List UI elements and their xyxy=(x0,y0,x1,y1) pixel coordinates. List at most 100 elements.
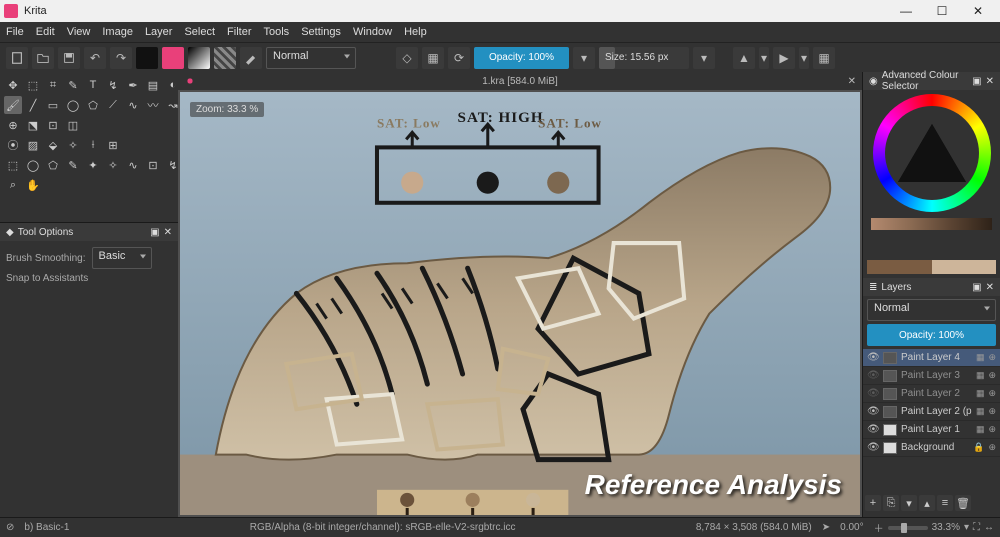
layer-row[interactable]: 👁 Background 🔒⊕ xyxy=(863,439,1000,457)
zoom-plus-icon[interactable]: ＋ xyxy=(874,520,884,535)
menu-edit[interactable]: Edit xyxy=(36,26,55,38)
crop-tool[interactable]: ⌗ xyxy=(44,76,62,94)
layer-up-button[interactable]: ▴ xyxy=(919,495,935,511)
menu-image[interactable]: Image xyxy=(102,26,133,38)
close-tab-icon[interactable]: ✕ xyxy=(848,76,856,87)
select-rect-tool[interactable]: ⬚ xyxy=(4,156,22,174)
menu-help[interactable]: Help xyxy=(404,26,427,38)
calligraphy-tool[interactable]: ✒ xyxy=(124,76,142,94)
color-history-strip[interactable] xyxy=(871,218,992,230)
freehand-brush-tool[interactable]: 🖌 xyxy=(4,96,22,114)
ellipse-tool[interactable]: ◯ xyxy=(64,96,82,114)
eyedropper-tool[interactable]: ⦿ xyxy=(4,136,22,154)
open-file-button[interactable] xyxy=(32,47,54,69)
duplicate-layer-button[interactable]: ⎘ xyxy=(883,495,899,511)
color-panel-close-icon[interactable]: ✕ xyxy=(986,76,994,87)
menu-tools[interactable]: Tools xyxy=(264,26,290,38)
color-panel-float-icon[interactable]: ▣ xyxy=(972,76,981,87)
eye-icon[interactable]: 👁 xyxy=(867,442,879,453)
add-layer-button[interactable]: + xyxy=(865,495,881,511)
eye-icon[interactable]: 👁 xyxy=(867,424,879,435)
mirror-v-button[interactable]: ▶ xyxy=(773,47,795,69)
pan-tool[interactable]: ✋ xyxy=(24,176,42,194)
freehand-select-tool[interactable]: ✎ xyxy=(64,76,82,94)
bezier-tool[interactable]: ∿ xyxy=(124,96,142,114)
delete-layer-button[interactable]: 🗑 xyxy=(955,495,971,511)
redo-button[interactable]: ↷ xyxy=(110,47,132,69)
menu-layer[interactable]: Layer xyxy=(145,26,173,38)
opacity-chevron-icon[interactable]: ▾ xyxy=(573,47,595,69)
alpha-lock-button[interactable]: ▦ xyxy=(422,47,444,69)
canvas[interactable]: SAT: Low SAT: HIGH SAT: Low Zoom: 33.3 %… xyxy=(180,92,860,515)
line-tool[interactable]: ╱ xyxy=(24,96,42,114)
assistant-tool[interactable]: ✧ xyxy=(64,136,82,154)
layer-row[interactable]: 👁 Paint Layer 2 ▦⊕ xyxy=(863,385,1000,403)
move-tool[interactable]: ✥ xyxy=(4,76,22,94)
new-file-button[interactable] xyxy=(6,47,28,69)
eraser-mode-button[interactable]: ◇ xyxy=(396,47,418,69)
layer-row[interactable]: 👁 Paint Layer 2 (pasted) ▦⊕ xyxy=(863,403,1000,421)
rectangle-tool[interactable]: ▭ xyxy=(44,96,62,114)
select-contiguous-tool[interactable]: ✦ xyxy=(84,156,102,174)
crop-tool-2[interactable]: ⊡ xyxy=(44,116,62,134)
window-minimize-button[interactable]: — xyxy=(888,4,924,18)
menu-select[interactable]: Select xyxy=(184,26,215,38)
polygon-tool[interactable]: ⬠ xyxy=(84,96,102,114)
fit-width-icon[interactable]: ↔ xyxy=(984,522,994,533)
multi-brush-tool[interactable]: ⊕ xyxy=(4,116,22,134)
window-maximize-button[interactable]: ☐ xyxy=(924,4,960,18)
shape-edit-tool[interactable]: ↯ xyxy=(104,76,122,94)
close-panel-icon[interactable]: ✕ xyxy=(164,227,172,238)
layer-row[interactable]: 👁 Paint Layer 1 ▦⊕ xyxy=(863,421,1000,439)
brush-preset-button[interactable] xyxy=(240,47,262,69)
pattern-edit-tool[interactable]: ▤ xyxy=(144,76,162,94)
eye-icon[interactable]: 👁 xyxy=(867,352,879,363)
fit-page-icon[interactable]: ⛶ xyxy=(973,522,980,533)
menu-view[interactable]: View xyxy=(67,26,91,38)
reload-preset-button[interactable]: ⟳ xyxy=(448,47,470,69)
eye-icon[interactable]: 👁 xyxy=(867,370,879,381)
menu-filter[interactable]: Filter xyxy=(227,26,251,38)
perspective-tool[interactable]: ◫ xyxy=(64,116,82,134)
pattern-button[interactable] xyxy=(214,47,236,69)
color-swatch-icon[interactable] xyxy=(184,75,196,87)
save-button[interactable] xyxy=(58,47,80,69)
alpha-icon[interactable]: ▦ xyxy=(976,352,985,363)
mirror-h-chevron[interactable]: ▾ xyxy=(759,47,769,69)
smoothing-select[interactable]: Basic xyxy=(92,247,152,269)
freehand-path-tool[interactable]: 〰 xyxy=(144,96,162,114)
brush-size-slider[interactable]: Size: 15.56 px xyxy=(599,47,689,69)
mirror-v-chevron[interactable]: ▾ xyxy=(799,47,809,69)
fill-tool[interactable]: ⬙ xyxy=(44,136,62,154)
zoom-chevron-icon[interactable]: ▾ xyxy=(964,522,969,533)
edit-shapes-tool[interactable]: ⬔ xyxy=(24,116,42,134)
layer-row[interactable]: 👁 Paint Layer 3 ▦⊕ xyxy=(863,367,1000,385)
blend-mode-select[interactable]: Normal xyxy=(266,47,356,69)
layers-close-icon[interactable]: ✕ xyxy=(986,282,994,293)
select-free-tool[interactable]: ✎ xyxy=(64,156,82,174)
layer-blend-select[interactable]: Normal xyxy=(867,299,996,321)
lock-icon[interactable]: 🔒 xyxy=(973,442,984,453)
opacity-slider[interactable]: Opacity: 100% xyxy=(474,47,569,69)
text-tool[interactable]: T xyxy=(84,76,102,94)
collapse-icon[interactable]: ▣ xyxy=(150,227,159,238)
window-close-button[interactable]: ✕ xyxy=(960,4,996,18)
transform-tool[interactable]: ⬚ xyxy=(24,76,42,94)
select-magnetic-tool[interactable]: ⊡ xyxy=(144,156,162,174)
polyline-tool[interactable]: ⟋ xyxy=(104,96,122,114)
select-ellipse-tool[interactable]: ◯ xyxy=(24,156,42,174)
eye-icon[interactable]: 👁 xyxy=(867,388,879,399)
gradient-button[interactable] xyxy=(188,47,210,69)
menu-window[interactable]: Window xyxy=(353,26,392,38)
select-similar-tool[interactable]: ✧ xyxy=(104,156,122,174)
layers-float-icon[interactable]: ▣ xyxy=(972,282,981,293)
zoom-tool[interactable]: ⌕ xyxy=(4,176,22,194)
layer-opacity-slider[interactable]: Opacity: 100% xyxy=(867,324,996,346)
layer-props-button[interactable]: ≡ xyxy=(937,495,953,511)
swatch-b-button[interactable] xyxy=(162,47,184,69)
select-poly-tool[interactable]: ⬠ xyxy=(44,156,62,174)
fg-bg-swatches[interactable] xyxy=(867,260,996,274)
mirror-h-button[interactable]: ▲ xyxy=(733,47,755,69)
lock-icon[interactable]: ⊕ xyxy=(988,352,996,363)
swatch-a-button[interactable] xyxy=(136,47,158,69)
